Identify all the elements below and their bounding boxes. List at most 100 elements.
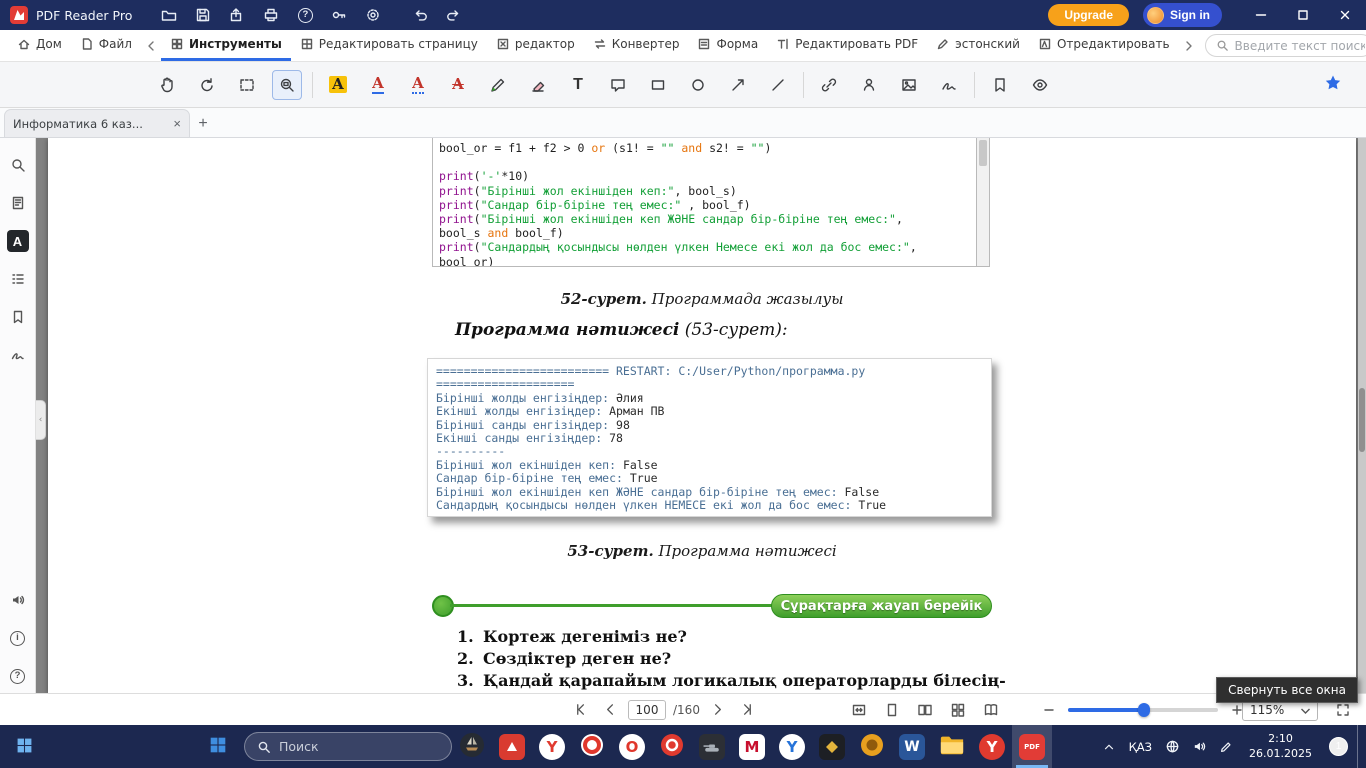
taskbar-app-word[interactable]: W: [892, 725, 932, 768]
sidebar-signature-button[interactable]: [3, 338, 33, 372]
taskbar-app-amber-game[interactable]: [852, 725, 892, 768]
print-button[interactable]: [256, 3, 286, 27]
menu-tab-form[interactable]: Форма: [688, 30, 767, 61]
taskbar-app-red-dot[interactable]: [652, 725, 692, 768]
menu-scroll-right[interactable]: [1179, 30, 1199, 61]
menu-tab-file[interactable]: Файл: [71, 30, 141, 61]
last-page-button[interactable]: [736, 699, 758, 721]
taskbar-app-opera[interactable]: O: [612, 725, 652, 768]
network-button[interactable]: [1160, 727, 1184, 767]
redo-button[interactable]: [438, 3, 468, 27]
bookmark-button[interactable]: [985, 70, 1015, 100]
settings-button[interactable]: [358, 3, 388, 27]
text-tool-button[interactable]: T: [563, 70, 593, 100]
strikethrough-tool-button[interactable]: A: [443, 70, 473, 100]
stamp-tool-button[interactable]: [854, 70, 884, 100]
sidebar-search-button[interactable]: [3, 148, 33, 182]
save-button[interactable]: [188, 3, 218, 27]
page-number-input[interactable]: [628, 700, 666, 720]
zoom-out-button[interactable]: [1038, 699, 1060, 721]
link-tool-button[interactable]: [814, 70, 844, 100]
taskbar-clock[interactable]: 2:10 26.01.2025: [1241, 732, 1320, 762]
prev-page-button[interactable]: [599, 699, 621, 721]
minimize-button[interactable]: [1240, 0, 1282, 30]
open-file-button[interactable]: [154, 3, 184, 27]
undo-button[interactable]: [406, 3, 436, 27]
taskbar-app-m[interactable]: М: [732, 725, 772, 768]
line-tool-button[interactable]: [763, 70, 793, 100]
start-button[interactable]: [0, 725, 48, 768]
maximize-button[interactable]: [1282, 0, 1324, 30]
menu-tab-converter[interactable]: Конвертер: [584, 30, 689, 61]
next-page-button[interactable]: [707, 699, 729, 721]
document-tab[interactable]: Информатика 6 каз... ×: [4, 109, 190, 137]
volume-button[interactable]: [1187, 727, 1211, 767]
help-button[interactable]: ?: [290, 3, 320, 27]
menu-tab-edit-pdf[interactable]: Редактировать PDF: [767, 30, 927, 61]
password-button[interactable]: [324, 3, 354, 27]
first-page-button[interactable]: [570, 699, 592, 721]
favorites-star-button[interactable]: [1318, 70, 1348, 100]
zoom-slider-handle[interactable]: [1138, 703, 1150, 717]
squiggly-underline-tool-button[interactable]: A: [403, 70, 433, 100]
signature-tool-button[interactable]: [934, 70, 964, 100]
taskbar-app-ship-game[interactable]: [452, 725, 492, 768]
pen-tool-button[interactable]: [483, 70, 513, 100]
preview-button[interactable]: [1025, 70, 1055, 100]
book-view-button[interactable]: [980, 699, 1002, 721]
taskbar-app-tanks-game[interactable]: [692, 725, 732, 768]
sidebar-speaker-button[interactable]: [3, 583, 33, 617]
single-page-button[interactable]: [881, 699, 903, 721]
comment-tool-button[interactable]: [603, 70, 633, 100]
signin-button[interactable]: Sign in: [1143, 3, 1222, 27]
taskbar-search-input[interactable]: [279, 739, 419, 754]
document-scrollbar-thumb[interactable]: [1359, 388, 1365, 452]
sidebar-bookmarks-button[interactable]: [3, 300, 33, 334]
show-desktop-button[interactable]: [1357, 725, 1362, 768]
hand-tool-button[interactable]: [152, 70, 182, 100]
rectangle-tool-button[interactable]: [643, 70, 673, 100]
taskbar-app-gold-game[interactable]: [812, 725, 852, 768]
close-button[interactable]: [1324, 0, 1366, 30]
taskbar-app-yandex-browser[interactable]: Y: [532, 725, 572, 768]
zoom-area-tool-button[interactable]: [272, 70, 302, 100]
rotate-tool-button[interactable]: [192, 70, 222, 100]
pen-button[interactable]: [1214, 727, 1238, 767]
sidebar-info-button[interactable]: i: [3, 621, 33, 655]
taskbar-app-pdf-reader[interactable]: PDF: [1012, 725, 1052, 768]
menu-tab-tools[interactable]: Инструменты: [161, 30, 291, 61]
arrow-tool-button[interactable]: [723, 70, 753, 100]
language-indicator[interactable]: ҚАЗ: [1124, 740, 1157, 754]
pinned-apps-button[interactable]: [198, 725, 238, 768]
menu-tab-estonian[interactable]: эстонский: [927, 30, 1029, 61]
taskbar-app-yandex2[interactable]: Y: [972, 725, 1012, 768]
sidebar-thumbnails-button[interactable]: [3, 186, 33, 220]
underline-tool-button[interactable]: A: [363, 70, 393, 100]
panel-collapse-handle[interactable]: ‹: [36, 400, 46, 440]
taskbar-app-y-blue[interactable]: Y: [772, 725, 812, 768]
taskbar-app-opera-ring[interactable]: [572, 725, 612, 768]
select-tool-button[interactable]: [232, 70, 262, 100]
taskbar-app-red[interactable]: [492, 725, 532, 768]
sidebar-edit-button[interactable]: A: [3, 224, 33, 258]
taskbar-app-explorer[interactable]: [932, 725, 972, 768]
menu-scroll-left[interactable]: [141, 30, 161, 61]
share-button[interactable]: [222, 3, 252, 27]
sidebar-help-button[interactable]: ?: [3, 659, 33, 693]
taskbar-search[interactable]: [244, 732, 452, 761]
new-tab-button[interactable]: +: [190, 111, 216, 137]
facing-pages-button[interactable]: [914, 699, 936, 721]
tray-expand-button[interactable]: [1097, 727, 1121, 767]
menu-tab-redact[interactable]: Отредактировать: [1029, 30, 1179, 61]
sidebar-outline-button[interactable]: [3, 262, 33, 296]
menu-tab-home[interactable]: Дом: [8, 30, 71, 61]
document-scrollbar[interactable]: [1358, 138, 1366, 693]
tab-close-button[interactable]: ×: [173, 117, 181, 130]
search-input[interactable]: [1235, 39, 1365, 53]
upgrade-button[interactable]: Upgrade: [1048, 4, 1129, 26]
menu-tab-edit-page[interactable]: Редактировать страницу: [291, 30, 487, 61]
zoom-slider[interactable]: [1068, 708, 1218, 712]
notification-button[interactable]: 1: [1329, 737, 1348, 756]
eraser-tool-button[interactable]: [523, 70, 553, 100]
grid-view-button[interactable]: [947, 699, 969, 721]
